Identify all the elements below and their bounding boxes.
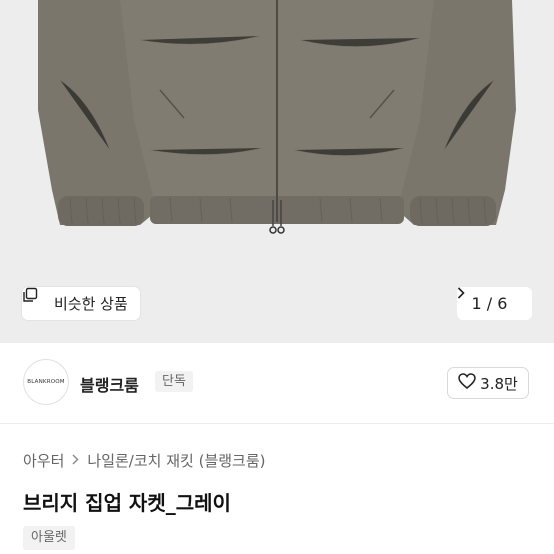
- copy-icon: [23, 287, 48, 312]
- like-count: 3.8만: [480, 374, 518, 393]
- like-button[interactable]: 3.8만: [447, 367, 529, 399]
- product-image-gallery[interactable]: 비슷한 상품 1 / 6: [0, 0, 554, 343]
- breadcrumb-item-outer[interactable]: 아우터: [23, 450, 64, 471]
- similar-products-label: 비슷한 상품: [54, 295, 128, 313]
- pager-text: 1 / 6: [471, 294, 508, 313]
- shop-badge: 단독: [155, 371, 193, 392]
- image-pager[interactable]: 1 / 6: [457, 287, 532, 320]
- shop-logo[interactable]: BLANKROOM: [23, 359, 69, 405]
- breadcrumb-item-category[interactable]: 나일론/코치 재킷 (블랭크룸): [87, 450, 265, 471]
- similar-products-button[interactable]: 비슷한 상품: [22, 287, 140, 320]
- shop-row[interactable]: BLANKROOM 블랭크룸 단독 3.8만: [0, 343, 554, 424]
- product-title: 브리지 집업 자켓_그레이: [23, 491, 231, 515]
- shop-name[interactable]: 블랭크룸: [80, 372, 139, 396]
- breadcrumb: 아우터 나일론/코치 재킷 (블랭크룸): [23, 450, 266, 471]
- shop-logo-text: BLANKROOM: [27, 379, 65, 385]
- outlet-tag: 아울렛: [23, 526, 75, 550]
- chevron-right-icon: [72, 453, 79, 469]
- heart-icon: [458, 373, 476, 393]
